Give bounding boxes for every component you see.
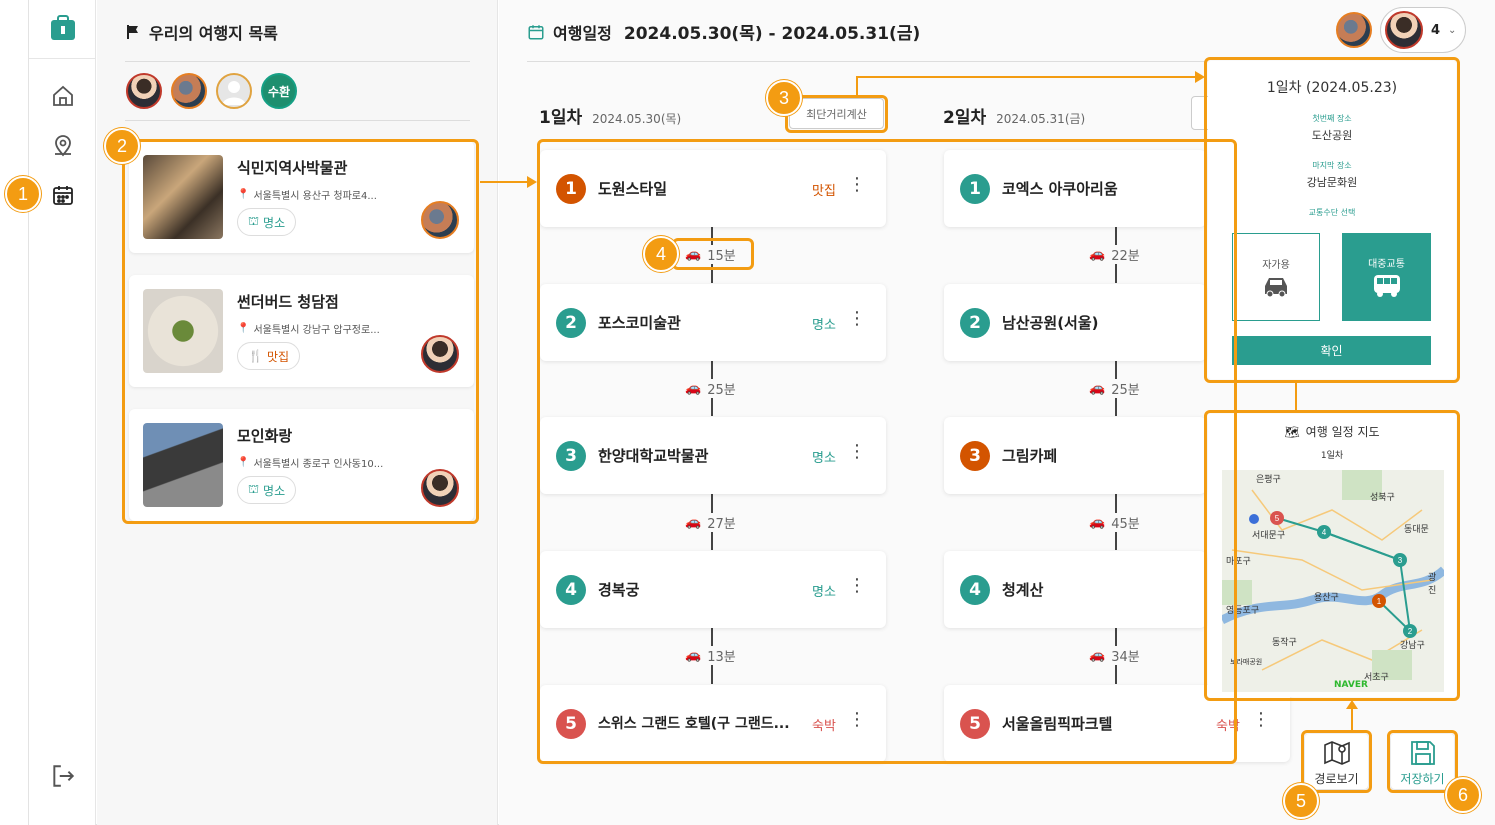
annotation-box bbox=[672, 238, 754, 270]
member-count: 4 bbox=[1431, 22, 1441, 38]
day1-header: 1일차 2024.05.30(목) bbox=[539, 108, 682, 128]
member-avatar[interactable] bbox=[171, 73, 207, 109]
left-rail bbox=[29, 0, 96, 825]
member-avatar[interactable] bbox=[1336, 12, 1372, 48]
annotation-box bbox=[1204, 410, 1460, 701]
annotation-box bbox=[122, 139, 479, 524]
chevron-down-icon: ⌄ bbox=[1448, 24, 1457, 36]
annotation-box bbox=[1387, 730, 1458, 793]
sidebar-header: 우리의 여행지 목록 bbox=[125, 20, 278, 44]
member-avatar bbox=[1385, 11, 1423, 49]
annotation-badge: 2 bbox=[104, 128, 140, 164]
annotation-badge: 3 bbox=[766, 80, 802, 116]
annotation-badge: 4 bbox=[643, 236, 679, 272]
logout-icon[interactable] bbox=[29, 763, 96, 789]
member-avatar[interactable]: 수환 bbox=[261, 73, 297, 109]
annotation-box bbox=[537, 139, 1237, 764]
day2-header: 2일차 2024.05.31(금) bbox=[943, 108, 1086, 128]
member-avatar[interactable] bbox=[216, 73, 252, 109]
annotation-badge: 1 bbox=[5, 176, 41, 212]
annotation-box bbox=[1204, 57, 1460, 383]
calendar-icon bbox=[528, 24, 544, 39]
sidebar-title: 우리의 여행지 목록 bbox=[149, 24, 278, 43]
annotation-box bbox=[1301, 730, 1372, 793]
member-avatar[interactable] bbox=[126, 73, 162, 109]
members-dropdown[interactable]: 4 ⌄ bbox=[1380, 7, 1466, 53]
schedule-title: 여행일정 bbox=[553, 23, 612, 43]
map-pin-icon[interactable] bbox=[29, 134, 96, 158]
date-range: 2024.05.30(목) - 2024.05.31(금) bbox=[623, 24, 921, 44]
schedule-header: 여행일정 2024.05.30(목) - 2024.05.31(금) bbox=[527, 19, 920, 44]
logo-icon[interactable] bbox=[29, 14, 96, 42]
annotation-badge: 6 bbox=[1445, 777, 1481, 813]
annotation-badge: 5 bbox=[1283, 783, 1319, 819]
annotation-arrow bbox=[480, 181, 532, 183]
more-options-icon[interactable]: ⋮ bbox=[1252, 711, 1270, 729]
home-icon[interactable] bbox=[29, 84, 96, 108]
flag-icon bbox=[127, 25, 138, 39]
